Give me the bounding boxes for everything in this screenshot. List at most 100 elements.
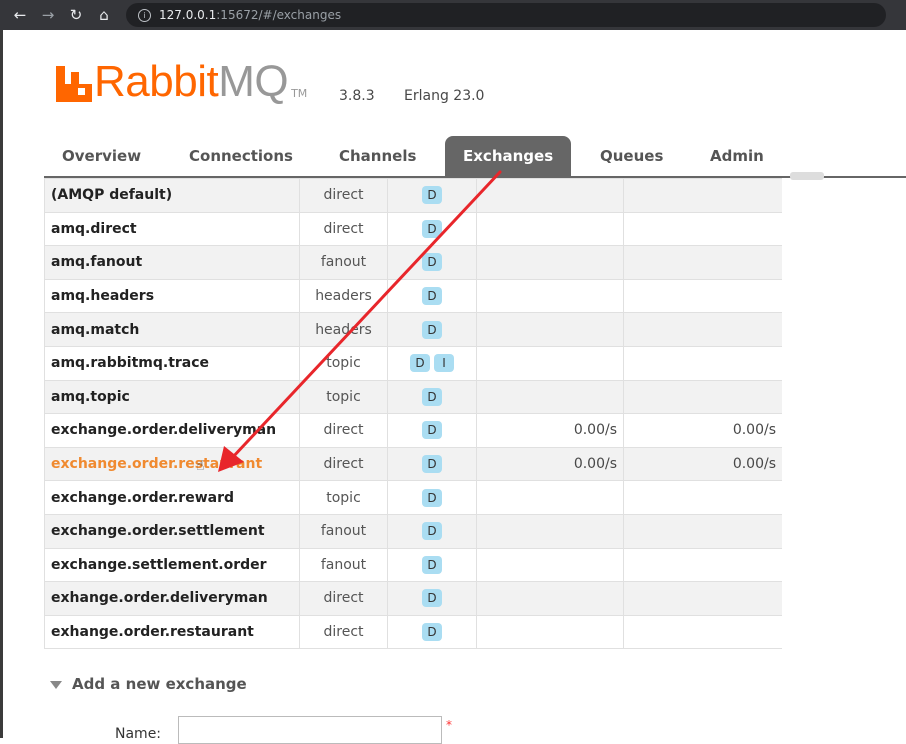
trademark-mark: TM: [291, 87, 308, 100]
tab-admin[interactable]: Admin: [692, 136, 782, 176]
message-rate-in-cell: [476, 211, 624, 247]
exchange-type-cell: topic: [299, 480, 388, 515]
exchange-type-cell: headers: [299, 278, 388, 314]
exchange-name-link[interactable]: amq.rabbitmq.trace: [51, 355, 209, 371]
message-rate-out-cell: [623, 312, 782, 347]
durable-badge: D: [422, 186, 442, 205]
tab-channels[interactable]: Channels: [321, 136, 434, 176]
column-options-button[interactable]: [790, 172, 824, 180]
exchange-row: amq.rabbitmq.trace topic D I: [44, 345, 782, 381]
tab-overview[interactable]: Overview: [44, 136, 159, 176]
exchange-name-link[interactable]: amq.match: [51, 322, 139, 338]
tab-connections[interactable]: Connections: [171, 136, 311, 176]
rabbitmq-logo[interactable]: RabbitMQ TM: [56, 57, 308, 106]
internal-badge: I: [434, 354, 454, 373]
durable-badge: D: [422, 253, 442, 272]
exchange-row: amq.match headers D: [44, 312, 782, 347]
tab-exchanges[interactable]: Exchanges: [445, 136, 572, 176]
home-icon[interactable]: ⌂: [96, 7, 112, 23]
exchange-type-cell: headers: [299, 312, 388, 347]
exchange-type-cell: direct: [299, 178, 388, 213]
exchange-row: exchange.order.deliveryman direct D 0.00/s 0…: [44, 413, 782, 448]
main-nav-tabs: Overview Connections Channels Exchanges …: [44, 136, 906, 178]
tab-queues[interactable]: Queues: [582, 136, 681, 176]
exchange-name-cell: amq.direct: [44, 211, 300, 247]
exchange-name-cell: exchange.order.reward: [44, 480, 300, 515]
exchanges-table: (AMQP default) direct Damq.direct direct Dam…: [44, 178, 782, 650]
exchange-row: exhange.order.restaurant direct D: [44, 614, 782, 650]
exchange-features-cell: D: [387, 278, 477, 314]
rabbitmq-logo-icon: [56, 66, 92, 102]
exchange-name-link[interactable]: exchange.order.reward: [51, 490, 234, 506]
message-rate-out-cell: [623, 178, 782, 213]
exchange-name-link[interactable]: amq.topic: [51, 389, 130, 405]
exchange-name-cell: (AMQP default): [44, 178, 300, 213]
forward-arrow-icon[interactable]: →: [40, 7, 56, 23]
exchange-row: (AMQP default) direct D: [44, 178, 782, 213]
exchange-row: exchange.order.reward topic D: [44, 480, 782, 515]
exchange-name-link[interactable]: (AMQP default): [51, 187, 172, 203]
exchange-type-cell: topic: [299, 345, 388, 381]
exchange-features-cell: D: [387, 547, 477, 583]
window-edge: [0, 30, 3, 738]
durable-badge: D: [422, 320, 442, 339]
exchange-name-cell: amq.headers: [44, 278, 300, 314]
durable-badge: D: [422, 522, 442, 541]
message-rate-out-cell: [623, 345, 782, 381]
exchange-name-input[interactable]: [178, 716, 442, 744]
exchange-name-link[interactable]: amq.direct: [51, 221, 137, 237]
exchange-type-cell: direct: [299, 614, 388, 650]
exchange-name-link[interactable]: exchange.order.restaurant: [51, 456, 262, 472]
exchange-name-link[interactable]: exchange.settlement.order: [51, 557, 267, 573]
exchange-row: amq.topic topic D: [44, 379, 782, 415]
message-rate-out-cell: 0.00/s: [623, 413, 782, 448]
exchange-name-cell: exchange.order.deliveryman: [44, 413, 300, 448]
exchange-name-cell: exchange.order.settlement: [44, 513, 300, 549]
message-rate-in-cell: [476, 547, 624, 583]
exchange-features-cell: D: [387, 245, 477, 280]
message-rate-out-cell: [623, 513, 782, 549]
message-rate-in-cell: [476, 513, 624, 549]
exchange-name-link[interactable]: amq.headers: [51, 288, 154, 304]
exchange-features-cell: D: [387, 312, 477, 347]
exchange-name-cell: amq.match: [44, 312, 300, 347]
exchange-row: amq.fanout fanout D: [44, 245, 782, 280]
info-icon[interactable]: i: [138, 8, 151, 22]
message-rate-out-cell: [623, 379, 782, 415]
exchange-name-link[interactable]: amq.fanout: [51, 254, 142, 270]
message-rate-in-cell: [476, 312, 624, 347]
durable-badge: D: [422, 421, 442, 440]
exchange-name-cell: exchange.order.restaurant: [44, 446, 300, 482]
reload-icon[interactable]: ↻: [68, 7, 84, 23]
exchange-type-cell: fanout: [299, 547, 388, 583]
exchange-features-cell: DI: [387, 345, 477, 381]
message-rate-in-cell: [476, 245, 624, 280]
exchange-name-link[interactable]: exhange.order.deliveryman: [51, 590, 268, 606]
message-rate-out-cell: 0.00/s: [623, 446, 782, 482]
exchange-name-link[interactable]: exhange.order.restaurant: [51, 624, 254, 640]
exchange-name-link[interactable]: exchange.order.settlement: [51, 523, 265, 539]
exchange-features-cell: D: [387, 413, 477, 448]
message-rate-out-cell: [623, 480, 782, 515]
exchange-row: amq.direct direct D: [44, 211, 782, 247]
add-exchange-toggle[interactable]: Add a new exchange: [50, 675, 247, 693]
exchange-features-cell: D: [387, 480, 477, 515]
exchange-name-cell: amq.topic: [44, 379, 300, 415]
back-arrow-icon[interactable]: ←: [12, 7, 28, 23]
durable-badge: D: [422, 589, 442, 608]
url-path: :15672/#/exchanges: [216, 8, 342, 22]
exchange-name-link[interactable]: exchange.order.deliveryman: [51, 422, 276, 438]
message-rate-in-cell: [476, 581, 624, 616]
logo-wordmark: RabbitMQ: [94, 57, 289, 106]
message-rate-in-cell: [476, 345, 624, 381]
exchange-type-cell: topic: [299, 379, 388, 415]
message-rate-in-cell: [476, 278, 624, 314]
durable-badge: D: [422, 287, 442, 306]
exchange-name-cell: exchange.settlement.order: [44, 547, 300, 583]
durable-badge: D: [422, 387, 442, 406]
exchange-row: amq.headers headers D: [44, 278, 782, 314]
exchange-features-cell: D: [387, 211, 477, 247]
durable-badge: D: [422, 488, 442, 507]
exchange-name-cell: amq.rabbitmq.trace: [44, 345, 300, 381]
address-bar[interactable]: i 127.0.0.1:15672/#/exchanges: [126, 3, 886, 27]
